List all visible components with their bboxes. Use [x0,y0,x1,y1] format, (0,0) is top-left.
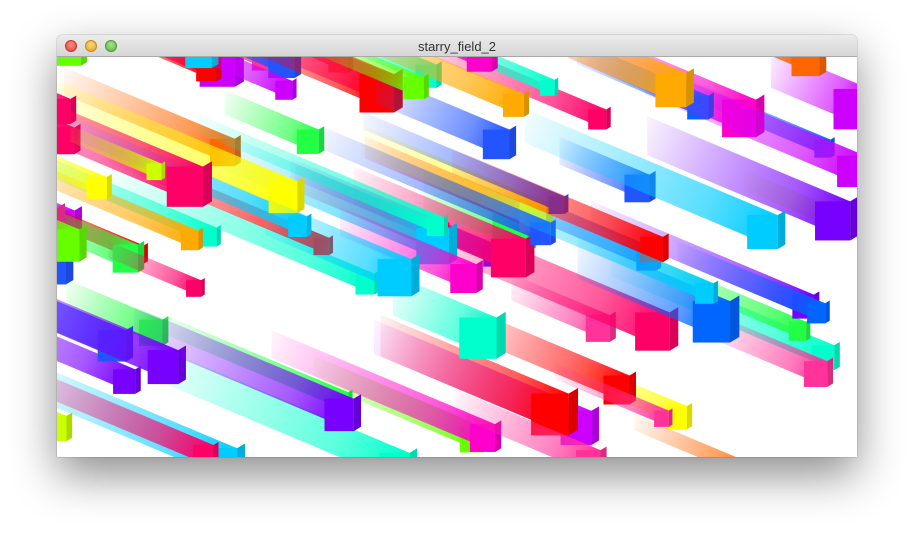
star-head [377,259,412,297]
star-face [411,254,420,297]
star-head [482,129,510,160]
star-face [135,365,141,394]
star-face [606,106,611,130]
render-canvas[interactable] [57,57,857,457]
title-bar[interactable]: starry_field_2 [57,35,857,57]
star-head [146,163,162,181]
star-head [747,215,778,250]
star-face [79,225,87,262]
star-face [106,174,112,200]
window-title: starry_field_2 [417,39,497,54]
star-head [379,452,410,457]
star-face [850,197,857,241]
star-head [654,410,669,427]
star-face [443,214,449,237]
star-face [777,210,786,250]
star-face [292,78,297,100]
star-head [296,129,319,154]
star-head [837,155,857,188]
star-streak [634,414,736,457]
star-face [713,280,718,304]
star-head [450,264,477,293]
star-head [186,280,202,297]
star-face [202,161,212,207]
star-head [635,312,670,351]
star-face [827,357,833,387]
star-head [540,79,555,96]
star-head [459,317,497,359]
star-face [66,412,73,442]
star-head [807,303,826,324]
star-face [198,228,203,251]
star-face [201,277,205,297]
star-face [80,57,88,66]
star-face [834,341,840,371]
star-head [275,80,293,100]
star-face [591,406,599,446]
star-head [694,283,714,304]
star-head [57,57,81,66]
star-face [668,408,673,427]
star-head [575,450,601,457]
star-face [476,260,483,293]
star-face [686,402,693,430]
star-face [730,295,740,343]
star-face [237,443,245,457]
star-head [324,398,354,432]
star-face [409,448,418,457]
star-face [297,177,305,214]
star-head [490,238,526,278]
star-face [161,161,166,181]
star-head [86,177,107,200]
star-head [403,76,424,100]
star-head [833,88,857,130]
star-face [353,394,362,432]
star-head [426,217,444,237]
star-head [466,57,492,72]
star-face [686,68,694,108]
app-window: starry_field_2 [57,35,857,457]
star-face [662,233,669,263]
star-head [655,72,687,108]
star-face [600,446,607,457]
star-head [113,369,136,394]
star-head [166,166,203,207]
star-head [180,230,199,251]
star-head [57,415,67,442]
star-face [496,311,506,359]
star-head [185,57,212,69]
star-head [503,93,524,117]
star-head [193,444,214,457]
star-face [509,125,517,160]
star-face [423,73,429,100]
star-face [825,300,830,324]
star-head [791,57,820,77]
star-face [554,77,559,96]
star-face [568,388,579,436]
star-head [803,361,828,387]
star-head [788,321,807,341]
star-head [815,201,851,241]
star-head [57,229,80,262]
star-head [692,301,731,343]
star-head [588,109,607,130]
